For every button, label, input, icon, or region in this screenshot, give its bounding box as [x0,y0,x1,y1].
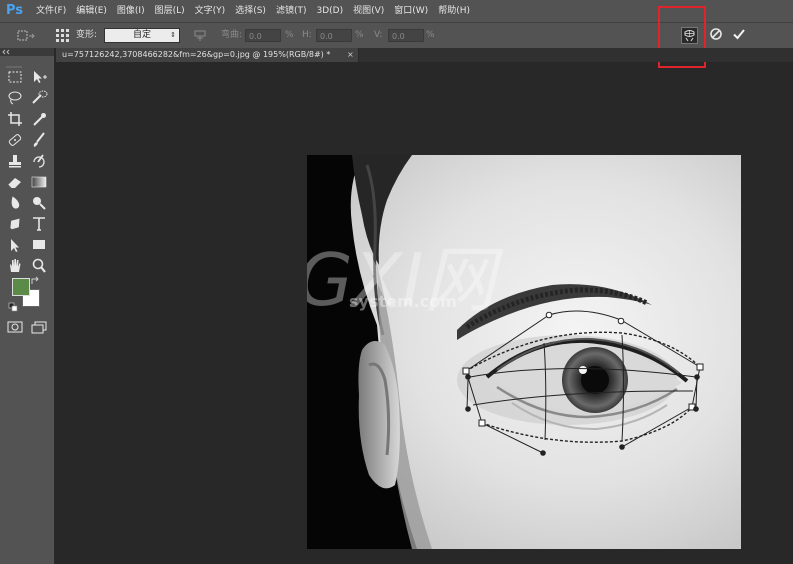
bend-label: 弯曲: [221,30,243,40]
menu-layer[interactable]: 图层(L) [155,0,185,22]
warp-style-value: 自定 [132,30,151,40]
eye-photo: GXI网 system.com [307,155,741,549]
default-colors-icon[interactable] [8,300,20,312]
foreground-color-swatch[interactable] [12,278,30,296]
warp-label: 变形: [76,30,98,40]
zoom-tool-icon[interactable] [29,257,49,275]
document-canvas[interactable]: GXI网 system.com [307,155,741,549]
reference-point-grid-icon[interactable] [55,28,69,42]
quick-selection-tool-icon[interactable] [29,89,49,107]
menu-image[interactable]: 图像(I) [117,0,145,22]
path-selection-tool-icon[interactable] [5,236,25,254]
menu-filter[interactable]: 滤镜(T) [276,0,307,22]
h-distortion-input[interactable]: 0.0 [316,29,352,42]
toolbox-collapse-bar[interactable] [0,48,54,56]
warp-style-select[interactable]: 自定 ⇕ [104,28,180,43]
spot-healing-tool-icon[interactable] [5,131,25,149]
eraser-tool-icon[interactable] [5,173,25,191]
change-orientation-icon[interactable] [192,27,208,43]
toolbox [0,56,55,564]
dropdown-arrow-icon: ⇕ [170,31,176,39]
tool-preset-picker[interactable] [16,28,38,43]
bend-input[interactable]: 0.0 [245,29,281,42]
menu-help[interactable]: 帮助(H) [438,0,470,22]
document-tab-title: u=757126242,3708466282&fm=26&gp=0.jpg @ … [62,50,331,59]
close-tab-icon[interactable]: × [347,48,354,62]
blur-tool-icon[interactable] [5,194,25,212]
dodge-tool-icon[interactable] [29,194,49,212]
menu-3d[interactable]: 3D(D) [316,0,343,22]
history-brush-tool-icon[interactable] [29,152,49,170]
brush-tool-icon[interactable] [29,131,49,149]
menu-view[interactable]: 视图(V) [353,0,384,22]
pen-tool-icon[interactable] [5,215,25,233]
quick-mask-icon[interactable] [5,318,25,336]
h-percent: % [355,30,364,40]
document-tab[interactable]: u=757126242,3708466282&fm=26&gp=0.jpg @ … [56,48,359,62]
type-tool-icon[interactable] [29,215,49,233]
v-distortion-input[interactable]: 0.0 [388,29,424,42]
eyedropper-tool-icon[interactable] [29,110,49,128]
crop-tool-icon[interactable] [5,110,25,128]
photoshop-logo: Ps [6,3,24,18]
menu-select[interactable]: 选择(S) [235,0,266,22]
transform-tool-icon [17,30,35,41]
menu-list: 文件(F) 编辑(E) 图像(I) 图层(L) 文字(Y) 选择(S) 滤镜(T… [36,0,480,22]
clone-stamp-tool-icon[interactable] [5,152,25,170]
marquee-tool-icon[interactable] [5,68,25,86]
menu-type[interactable]: 文字(Y) [195,0,226,22]
move-tool-icon[interactable] [29,68,49,86]
menu-edit[interactable]: 编辑(E) [76,0,107,22]
cancel-icon[interactable] [709,27,723,41]
hand-tool-icon[interactable] [5,257,25,275]
swap-colors-icon[interactable] [30,274,42,284]
v-label: V: [374,30,383,40]
h-label: H: [302,30,312,40]
bend-percent: % [285,30,294,40]
gradient-tool-icon[interactable] [29,173,49,191]
checkmark-icon[interactable] [732,27,746,41]
menu-window[interactable]: 窗口(W) [394,0,428,22]
v-percent: % [426,30,435,40]
rectangle-tool-icon[interactable] [29,236,49,254]
watermark-small: system.com [349,292,457,311]
screen-mode-icon[interactable] [29,318,49,336]
lasso-tool-icon[interactable] [5,89,25,107]
menu-file[interactable]: 文件(F) [36,0,66,22]
toolbox-grip [4,58,24,68]
